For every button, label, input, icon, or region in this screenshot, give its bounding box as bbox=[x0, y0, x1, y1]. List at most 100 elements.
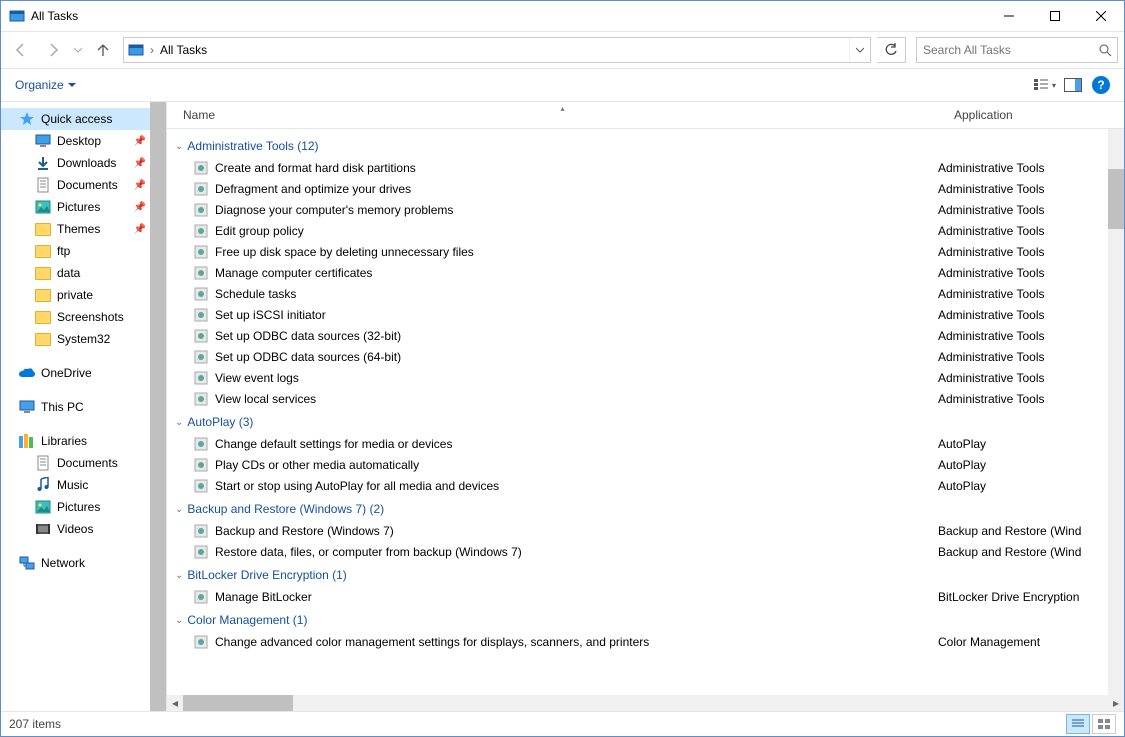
help-icon: ? bbox=[1092, 76, 1110, 94]
task-icon bbox=[193, 544, 209, 560]
scroll-left-icon[interactable]: ◂ bbox=[167, 695, 183, 711]
sidebar-item[interactable]: Pictures📌 bbox=[1, 196, 166, 218]
thumbnails-view-button[interactable] bbox=[1092, 714, 1116, 734]
item-name: Create and format hard disk partitions bbox=[215, 161, 416, 175]
item-name: Schedule tasks bbox=[215, 287, 296, 301]
item-name: Set up iSCSI initiator bbox=[215, 308, 326, 322]
group-header[interactable]: ⌄BitLocker Drive Encryption (1) bbox=[167, 562, 1108, 586]
item-app: Backup and Restore (Wind bbox=[938, 524, 1108, 538]
sidebar-item[interactable]: Videos bbox=[1, 518, 166, 540]
scroll-right-icon[interactable]: ▸ bbox=[1108, 695, 1124, 711]
sidebar-item[interactable]: data bbox=[1, 262, 166, 284]
item-app: Administrative Tools bbox=[938, 245, 1108, 259]
list-item[interactable]: Manage BitLockerBitLocker Drive Encrypti… bbox=[167, 586, 1108, 607]
chevron-down-icon: ⌄ bbox=[175, 141, 183, 152]
list-item[interactable]: Schedule tasksAdministrative Tools bbox=[167, 283, 1108, 304]
item-app: Administrative Tools bbox=[938, 161, 1108, 175]
sidebar-item[interactable]: Themes📌 bbox=[1, 218, 166, 240]
list-item[interactable]: Create and format hard disk partitions Ad… bbox=[167, 157, 1108, 178]
titlebar: All Tasks bbox=[1, 1, 1124, 32]
sidebar-item-label: private bbox=[57, 288, 93, 302]
nav-row: › All Tasks bbox=[1, 32, 1124, 68]
group-header[interactable]: ⌄AutoPlay (3) bbox=[167, 409, 1108, 433]
address-dropdown[interactable] bbox=[849, 38, 870, 62]
sidebar-item[interactable]: Desktop 📌 bbox=[1, 130, 166, 152]
group-header[interactable]: ⌄Color Management (1) bbox=[167, 607, 1108, 631]
sidebar-item[interactable]: Music bbox=[1, 474, 166, 496]
item-list[interactable]: ⌄Administrative Tools (12)Create and for… bbox=[167, 129, 1124, 695]
item-name: Free up disk space by deleting unnecessa… bbox=[215, 245, 474, 259]
folder-icon bbox=[35, 287, 51, 303]
list-item[interactable]: Set up ODBC data sources (64-bit)Adminis… bbox=[167, 346, 1108, 367]
column-application[interactable]: Application bbox=[954, 108, 1124, 122]
vertical-scrollbar[interactable] bbox=[1108, 129, 1124, 695]
sidebar-item-label: OneDrive bbox=[41, 366, 92, 380]
body: Quick access Desktop📌Downloads📌Documents… bbox=[1, 102, 1124, 711]
list-item[interactable]: Set up ODBC data sources (32-bit)Adminis… bbox=[167, 325, 1108, 346]
sidebar-quick-access[interactable]: Quick access bbox=[1, 108, 166, 130]
sidebar-item[interactable]: Screenshots bbox=[1, 306, 166, 328]
group-header[interactable]: ⌄Administrative Tools (12) bbox=[167, 133, 1108, 157]
task-icon bbox=[193, 391, 209, 407]
up-button[interactable] bbox=[89, 36, 117, 64]
item-name: Change advanced color management setting… bbox=[215, 635, 649, 649]
list-item[interactable]: Restore data, files, or computer from ba… bbox=[167, 541, 1108, 562]
sidebar-network[interactable]: Network bbox=[1, 552, 166, 574]
pin-icon: 📌 bbox=[134, 136, 146, 147]
sidebar-item-label: Network bbox=[41, 556, 85, 570]
list-item[interactable]: Change default settings for media or dev… bbox=[167, 433, 1108, 454]
list-item[interactable]: Start or stop using AutoPlay for all med… bbox=[167, 475, 1108, 496]
list-item[interactable]: Edit group policyAdministrative Tools bbox=[167, 220, 1108, 241]
organize-menu[interactable]: Organize bbox=[11, 76, 80, 94]
list-item[interactable]: Backup and Restore (Windows 7)Backup and… bbox=[167, 520, 1108, 541]
sidebar-item-label: Desktop bbox=[57, 134, 101, 148]
sidebar-onedrive[interactable]: OneDrive bbox=[1, 362, 166, 384]
pictures-icon bbox=[35, 499, 51, 515]
close-button[interactable] bbox=[1078, 1, 1124, 31]
list-item[interactable]: Play CDs or other media automaticallyAut… bbox=[167, 454, 1108, 475]
group-header[interactable]: ⌄Backup and Restore (Windows 7) (2) bbox=[167, 496, 1108, 520]
chevron-down-icon: ▾ bbox=[1052, 81, 1056, 90]
search-icon[interactable] bbox=[1093, 43, 1117, 57]
back-button[interactable] bbox=[7, 36, 35, 64]
sidebar-this-pc[interactable]: This PC bbox=[1, 396, 166, 418]
sidebar-item[interactable]: ftp bbox=[1, 240, 166, 262]
address-bar[interactable]: › All Tasks bbox=[123, 37, 871, 63]
forward-button[interactable] bbox=[39, 36, 67, 64]
sidebar-item[interactable]: System32 bbox=[1, 328, 166, 350]
search-input[interactable] bbox=[917, 43, 1093, 57]
sidebar-scrollbar[interactable] bbox=[150, 102, 166, 711]
sidebar-item[interactable]: Documents bbox=[1, 452, 166, 474]
list-item[interactable]: Change advanced color management setting… bbox=[167, 631, 1108, 652]
maximize-button[interactable] bbox=[1032, 1, 1078, 31]
sidebar-item[interactable]: private bbox=[1, 284, 166, 306]
item-app: Administrative Tools bbox=[938, 182, 1108, 196]
organize-label: Organize bbox=[15, 78, 64, 92]
column-name[interactable]: Name▴ bbox=[167, 108, 954, 122]
details-view-button[interactable] bbox=[1066, 714, 1090, 734]
preview-pane-button[interactable] bbox=[1060, 72, 1086, 98]
breadcrumb[interactable]: All Tasks bbox=[156, 38, 211, 62]
history-dropdown[interactable] bbox=[71, 46, 85, 54]
help-button[interactable]: ? bbox=[1088, 72, 1114, 98]
sidebar-item[interactable]: Documents📌 bbox=[1, 174, 166, 196]
sidebar-libraries[interactable]: Libraries bbox=[1, 430, 166, 452]
list-item[interactable]: Free up disk space by deleting unnecessa… bbox=[167, 241, 1108, 262]
list-item[interactable]: Defragment and optimize your drivesAdmin… bbox=[167, 178, 1108, 199]
refresh-button[interactable] bbox=[877, 37, 906, 63]
sidebar-item[interactable]: Pictures bbox=[1, 496, 166, 518]
search-box[interactable] bbox=[916, 37, 1118, 63]
horizontal-scrollbar[interactable]: ◂ ▸ bbox=[167, 695, 1124, 711]
crumb-sep-icon: › bbox=[148, 43, 156, 57]
list-item[interactable]: Manage computer certificatesAdministrati… bbox=[167, 262, 1108, 283]
task-icon bbox=[193, 328, 209, 344]
view-options-button[interactable]: ▾ bbox=[1032, 72, 1058, 98]
list-item[interactable]: View event logsAdministrative Tools bbox=[167, 367, 1108, 388]
list-item[interactable]: View local servicesAdministrative Tools bbox=[167, 388, 1108, 409]
navigation-pane[interactable]: Quick access Desktop📌Downloads📌Documents… bbox=[1, 102, 167, 711]
minimize-button[interactable] bbox=[986, 1, 1032, 31]
sidebar-item[interactable]: Downloads📌 bbox=[1, 152, 166, 174]
item-name: Set up ODBC data sources (64-bit) bbox=[215, 350, 401, 364]
list-item[interactable]: Set up iSCSI initiatorAdministrative Too… bbox=[167, 304, 1108, 325]
list-item[interactable]: Diagnose your computer's memory problems… bbox=[167, 199, 1108, 220]
